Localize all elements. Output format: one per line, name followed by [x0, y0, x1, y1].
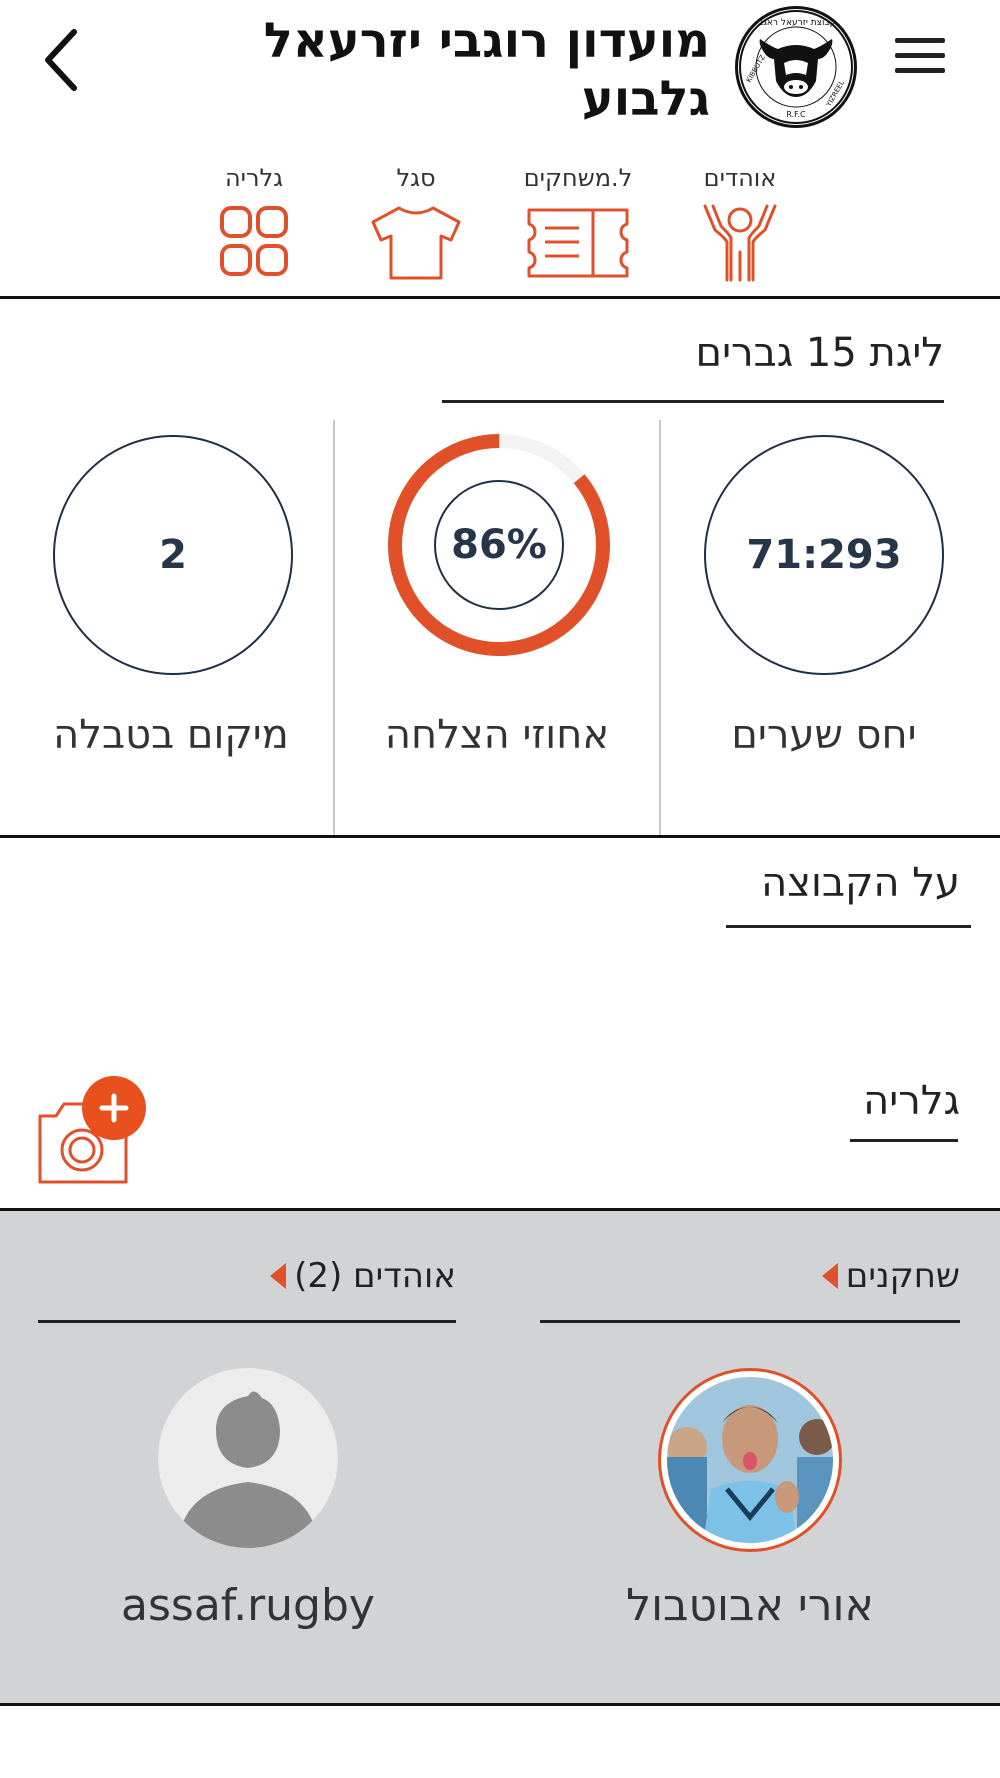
players-title: שחקנים — [845, 1256, 960, 1296]
league-title: ליגת 15 גברים — [695, 330, 944, 376]
nav-squad[interactable]: סגל — [346, 160, 486, 290]
menu-button[interactable] — [890, 30, 950, 82]
nav-squad-label: סגל — [396, 164, 436, 192]
player-avatar — [667, 1377, 833, 1543]
chevron-left-icon — [45, 29, 77, 91]
camera-add-icon — [38, 1076, 146, 1184]
fans-title: אוהדים (2) — [294, 1256, 456, 1296]
table-position-value: 2 — [159, 532, 187, 578]
logo-text-top: קבוצת יזרעאל ראגבי — [756, 18, 836, 28]
fan-cheering-icon — [703, 204, 777, 282]
goals-ratio-label: יחס שערים — [731, 712, 917, 758]
nav-games[interactable]: ל.משחקים — [508, 160, 648, 290]
nav-divider — [0, 296, 1000, 299]
about-title: על הקבוצה — [761, 860, 960, 906]
cow-logo-icon: קבוצת יזרעאל ראגבי KIBBUTZ YIZREEL R.F.C — [739, 10, 853, 124]
club-title: מועדון רוגבי יזרעאל גלבוע — [150, 12, 710, 128]
goals-ratio-circle: 71:293 — [704, 435, 944, 675]
nav-gallery-label: גלריה — [224, 164, 284, 192]
logo-text-bottom: R.F.C — [786, 110, 806, 119]
nav-games-label: ל.משחקים — [523, 164, 633, 192]
success-rate-gauge: 86% — [384, 430, 614, 660]
player-name[interactable]: אורי אבוטבול — [540, 1580, 960, 1631]
player-photo — [667, 1377, 833, 1543]
success-rate-value: 86% — [451, 522, 547, 568]
gallery-grid-icon — [220, 206, 288, 276]
stats-divider — [0, 835, 1000, 838]
fans-underline — [38, 1320, 456, 1323]
table-position-label: מיקום בטבלה — [53, 712, 289, 758]
success-rate-label: אחוזי הצלחה — [384, 712, 610, 758]
fans-header[interactable]: אוהדים (2) — [38, 1256, 456, 1296]
stat-divider — [333, 420, 335, 835]
nav-gallery[interactable]: גלריה — [184, 160, 324, 290]
default-avatar-icon — [158, 1368, 338, 1548]
club-title-line2: גלבוע — [581, 71, 710, 127]
goals-ratio-value: 71:293 — [746, 532, 902, 578]
fan-name[interactable]: assaf.rugby — [38, 1580, 458, 1631]
player-avatar-ring[interactable] — [658, 1368, 842, 1552]
nav-fans[interactable]: אוהדים — [670, 160, 810, 290]
gallery-title-underline — [850, 1139, 958, 1142]
nav-fans-label: אוהדים — [703, 164, 777, 192]
club-title-line1: מועדון רוגבי יזרעאל — [263, 13, 710, 69]
triangle-left-icon — [270, 1263, 287, 1289]
club-logo: קבוצת יזרעאל ראגבי KIBBUTZ YIZREEL R.F.C — [735, 6, 857, 128]
players-header[interactable]: שחקנים — [540, 1256, 960, 1296]
triangle-left-icon — [821, 1263, 838, 1289]
league-title-underline — [442, 400, 944, 403]
ticket-icon — [527, 208, 629, 278]
gallery-title: גלריה — [863, 1078, 960, 1124]
add-photo-button[interactable] — [36, 1072, 156, 1184]
stat-divider — [659, 420, 661, 835]
back-button[interactable] — [30, 20, 90, 100]
hamburger-menu-icon — [895, 38, 945, 73]
players-underline — [540, 1320, 960, 1323]
fan-avatar[interactable] — [158, 1368, 338, 1548]
table-position-circle: 2 — [53, 435, 293, 675]
about-title-underline — [726, 925, 971, 928]
tshirt-icon — [371, 206, 461, 280]
